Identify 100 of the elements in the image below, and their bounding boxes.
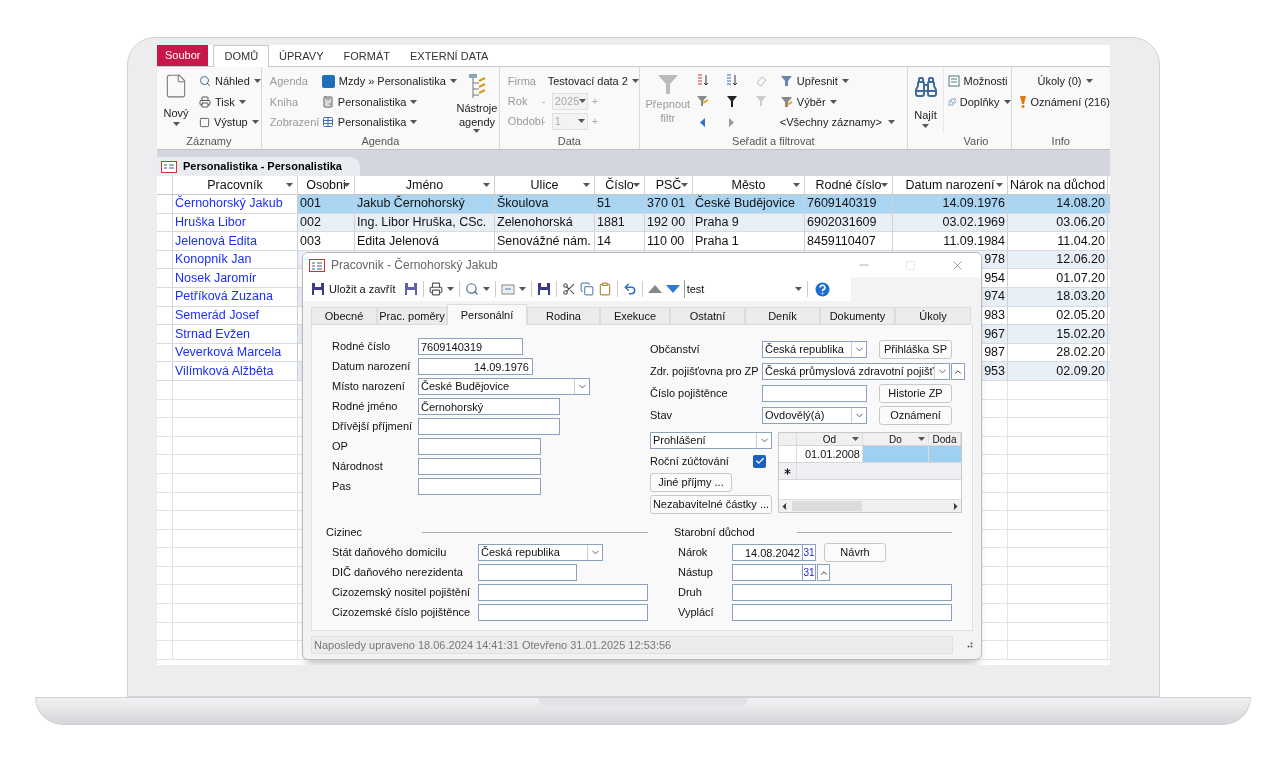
row-selector[interactable] [157, 325, 173, 343]
button[interactable]: Historie ZP [879, 384, 952, 403]
advanced-filter-icon[interactable] [725, 95, 739, 109]
column-header[interactable]: Od [797, 433, 863, 445]
button[interactable]: Jiné příjmy ... [650, 473, 732, 492]
eraser-icon[interactable] [754, 74, 768, 87]
text-field[interactable] [418, 478, 541, 495]
form-tab[interactable]: Exekuce [600, 307, 670, 325]
text-field[interactable] [762, 385, 867, 402]
menu-button[interactable]: <Všechny záznamy> [779, 114, 895, 131]
menu-button[interactable]: Personalistika [321, 114, 418, 131]
column-header[interactable]: Pracovník [173, 176, 298, 194]
scroll-up-button[interactable] [817, 564, 830, 581]
company-select[interactable]: Testovací data 2 [547, 72, 639, 90]
column-header[interactable]: Osobni [298, 176, 355, 194]
form-tab[interactable]: Obecné [311, 307, 377, 325]
column-header[interactable]: PSČ [645, 176, 693, 194]
combo-box[interactable]: Prohlášení [650, 432, 772, 449]
sort-descending-icon[interactable] [725, 74, 739, 87]
menu-button[interactable]: Mzdy » Personalistika [321, 73, 457, 90]
column-header[interactable]: Město [693, 176, 805, 194]
document-tab[interactable]: Personalistika - Personalistika [157, 157, 360, 176]
button[interactable]: Návrh [824, 543, 886, 562]
file-tab[interactable]: Soubor [157, 45, 209, 66]
menu-button[interactable]: Upřesnit [779, 73, 895, 90]
text-field[interactable] [418, 418, 560, 435]
menu-button[interactable]: Doplňky [947, 93, 1011, 110]
date-field[interactable]: 14.09.1976 [418, 358, 533, 375]
menu-button[interactable]: Výstup [199, 114, 261, 131]
text-field[interactable] [732, 584, 952, 601]
caret-icon [579, 99, 587, 103]
combo-box[interactable]: Česká republika [478, 544, 603, 561]
row-selector[interactable] [157, 195, 173, 213]
column-header[interactable]: Datum narození [893, 176, 1008, 194]
field-label: Druh [678, 585, 703, 601]
date-field[interactable]: 14.08.2042 [732, 544, 802, 561]
form-tab[interactable]: Rodina [527, 307, 600, 325]
form-tab[interactable]: Ostatní [670, 307, 745, 325]
text-field[interactable] [478, 604, 648, 621]
clear-filter-icon[interactable] [754, 95, 768, 109]
menu-button[interactable]: Personalistika [321, 93, 418, 110]
worker-link[interactable]: Semerád Josef [175, 306, 260, 325]
column-header[interactable]: Rodné číslo [805, 176, 893, 194]
form-tab[interactable]: Úkoly [895, 307, 971, 325]
menu-button[interactable]: Tisk [199, 93, 261, 110]
save-close-button[interactable]: Uložit a zavřít [311, 279, 396, 299]
ribbon-tab[interactable]: FORMÁT [333, 46, 400, 66]
horizontal-scrollbar[interactable] [779, 499, 961, 512]
combo-box[interactable]: Česká průmyslová zdravotní pojišť [762, 363, 950, 380]
ribbon-tab[interactable]: ÚPRAVY [269, 46, 334, 66]
form-tab[interactable]: Personální [447, 304, 527, 325]
text-field[interactable] [732, 604, 952, 621]
column-header[interactable]: Jméno [355, 176, 495, 194]
caret-icon [922, 123, 930, 128]
row-selector[interactable] [157, 362, 173, 380]
combo-box[interactable]: Ovdovělý(á) [762, 407, 867, 424]
tasks-button[interactable]: Úkoly (0) [1019, 73, 1110, 90]
form-tab[interactable]: Deník [745, 307, 820, 325]
combo-box[interactable]: České Budějovice [418, 378, 590, 395]
new-button[interactable]: Nový [163, 73, 189, 133]
scroll-up-button[interactable] [951, 363, 965, 380]
column-header[interactable]: Doda [929, 433, 961, 445]
worker-link[interactable]: Jelenová Edita [175, 231, 257, 251]
form-tab[interactable]: Prac. poměry [377, 307, 447, 325]
sort-ascending-icon[interactable] [695, 74, 709, 87]
text-field[interactable] [418, 438, 541, 455]
text-field[interactable] [478, 564, 577, 581]
date-field[interactable] [732, 564, 802, 581]
menu-button[interactable]: Výběr [779, 93, 895, 110]
button[interactable]: Oznámení [879, 406, 952, 425]
filter-combo[interactable]: test [683, 280, 804, 298]
text-field[interactable] [418, 458, 541, 475]
text-field[interactable] [478, 584, 648, 601]
button[interactable]: Přihláška SP [879, 340, 952, 359]
column-header[interactable]: Nárok na důchod [1008, 176, 1108, 194]
button[interactable]: Nezabavitelné částky ... [650, 495, 772, 514]
checkbox[interactable] [753, 454, 766, 468]
table-row[interactable]: Jelenová Edita 003 Edita Jelenová Senovážné nám. 14 110 00 Praha 1 8459110407 11.09.1984 11.04.20 [157, 232, 1110, 251]
combo-box[interactable]: Česká republika [762, 341, 867, 358]
help-icon[interactable] [814, 281, 830, 297]
ribbon-tab[interactable]: EXTERNÍ DATA [399, 46, 499, 66]
table-row[interactable]: Černohorský Jakub 001 Jakub Černohorský Škoulova 51 370 01 České Budějovice 7609140319 14.09.1976 14.08.20 [157, 195, 1110, 214]
worker-link[interactable]: Nosek Jaromír [175, 268, 257, 288]
calendar-button[interactable]: 31 [802, 544, 816, 561]
text-field[interactable]: 7609140319 [418, 338, 523, 355]
calendar-button[interactable]: 31 [802, 564, 816, 581]
column-header[interactable]: Ulice [495, 176, 595, 194]
ribbon-tab[interactable]: DOMŮ [213, 45, 270, 67]
column-header[interactable]: Do [863, 433, 929, 445]
menu-button[interactable]: Náhled [199, 73, 261, 90]
table-row[interactable]: 01.01.2008 [779, 446, 961, 463]
filter-selection-icon[interactable] [695, 95, 709, 109]
tools-button[interactable]: Nástroje agendy [455, 73, 499, 133]
menu-button[interactable]: Možnosti [947, 73, 1011, 90]
text-field[interactable]: Černohorský [418, 398, 560, 415]
notices-button[interactable]: Oznámení (216) [1019, 93, 1110, 110]
form-tab[interactable]: Dokumenty [820, 307, 895, 325]
column-header[interactable]: Číslo [595, 176, 645, 194]
worker-link[interactable]: Veverková Marcela [175, 343, 282, 362]
find-button[interactable]: Najít [907, 67, 945, 133]
